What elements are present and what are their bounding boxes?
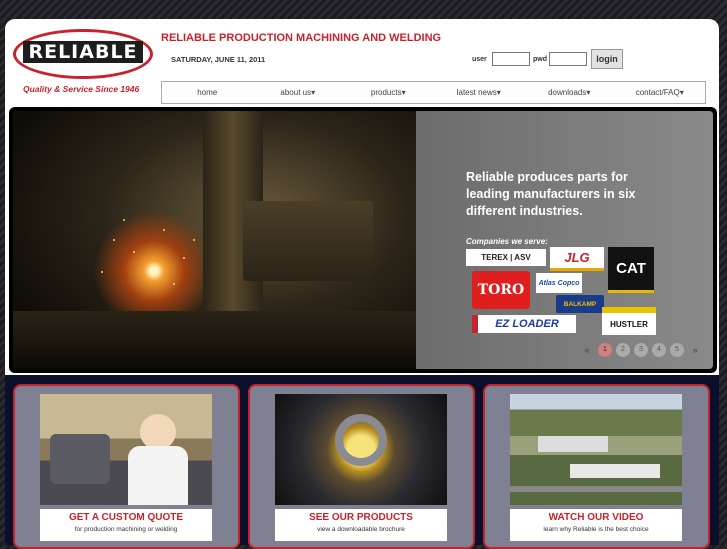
spark: [123, 219, 125, 221]
nav-home[interactable]: home: [162, 82, 253, 103]
quote-card[interactable]: GET A CUSTOM QUOTE for production machin…: [13, 384, 240, 549]
spark: [173, 283, 175, 285]
building-shape: [538, 436, 608, 452]
hero-inner: Reliable produces parts for leading manu…: [13, 111, 713, 369]
spark: [163, 229, 165, 231]
reliable-logo[interactable]: RELIABLE Quality & Service Since 1946: [13, 29, 157, 95]
person-head: [140, 414, 176, 450]
password-input[interactable]: [549, 52, 587, 66]
quote-title[interactable]: GET A CUSTOM QUOTE: [40, 512, 212, 523]
balkamp-logo: BALKAMP: [556, 295, 604, 313]
companies-label: Companies we serve:: [466, 237, 548, 246]
jlg-logo: JLG: [550, 247, 604, 271]
office-photo: [40, 394, 212, 505]
main-nav: home about us▾ products▾ latest news▾ do…: [161, 81, 706, 104]
login-button[interactable]: login: [591, 49, 623, 69]
pager-dot-5[interactable]: 5: [670, 343, 684, 357]
hero-text-panel: Reliable produces parts for leading manu…: [416, 111, 713, 369]
spark: [133, 251, 135, 253]
pager-prev-button[interactable]: «: [580, 343, 594, 357]
ez-loader-logo: EZ LOADER: [472, 315, 576, 333]
nav-contact-faq[interactable]: contact/FAQ▾: [615, 82, 706, 103]
quote-subtitle: for production machining or welding: [74, 526, 178, 533]
terex-asv-logo: TEREX | ASV: [466, 249, 546, 266]
workbench: [13, 311, 416, 369]
pager-dot-4[interactable]: 4: [652, 343, 666, 357]
logo-tagline: Quality & Service Since 1946: [23, 84, 140, 94]
hustler-logo: HUSTLER: [602, 307, 656, 335]
machine-fixture: [243, 201, 373, 281]
atlas-copco-logo: Atlas Copco: [536, 273, 582, 293]
page-container: RELIABLE Quality & Service Since 1946 RE…: [5, 19, 719, 549]
pager-dot-2[interactable]: 2: [616, 343, 630, 357]
person-body: [128, 446, 188, 505]
toro-logo: TORO: [472, 271, 530, 309]
spark: [193, 239, 195, 241]
hero-headline: Reliable produces parts for leading manu…: [466, 170, 636, 218]
nav-about-us[interactable]: about us▾: [253, 82, 344, 103]
user-label: user: [472, 56, 487, 63]
cat-logo: CAT: [608, 247, 654, 293]
nav-downloads[interactable]: downloads▾: [524, 82, 615, 103]
spark: [101, 271, 103, 273]
user-input[interactable]: [492, 52, 530, 66]
video-caption: WATCH OUR VIDEO learn why Reliable is th…: [510, 509, 682, 541]
video-title[interactable]: WATCH OUR VIDEO: [510, 512, 682, 523]
pager-next-button[interactable]: »: [688, 343, 702, 357]
products-title[interactable]: SEE OUR PRODUCTS: [275, 512, 447, 523]
machined-part-photo: [275, 394, 447, 505]
hero-slider: Reliable produces parts for leading manu…: [9, 107, 717, 373]
feature-cards-section: GET A CUSTOM QUOTE for production machin…: [5, 375, 719, 549]
site-title: RELIABLE PRODUCTION MACHINING AND WELDIN…: [161, 32, 442, 44]
products-subtitle: view a downloadable brochure: [317, 526, 405, 533]
quote-caption: GET A CUSTOM QUOTE for production machin…: [40, 509, 212, 541]
current-date: SATURDAY, JUNE 11, 2011: [171, 55, 266, 64]
slider-pager: « 1 2 3 4 5 »: [580, 343, 702, 357]
pwd-label: pwd: [533, 56, 547, 63]
monitor-shape: [50, 434, 110, 484]
products-card[interactable]: SEE OUR PRODUCTS view a downloadable bro…: [248, 384, 475, 549]
part-ring: [335, 414, 387, 466]
spark: [113, 239, 115, 241]
video-card[interactable]: WATCH OUR VIDEO learn why Reliable is th…: [483, 384, 710, 549]
pager-dot-1[interactable]: 1: [598, 343, 612, 357]
pager-dot-3[interactable]: 3: [634, 343, 648, 357]
logo-wordmark: RELIABLE: [23, 41, 143, 63]
video-subtitle: learn why Reliable is the best choice: [543, 526, 649, 533]
road-shape: [510, 486, 682, 492]
facility-aerial-photo: [510, 394, 682, 505]
spark: [183, 257, 185, 259]
nav-products[interactable]: products▾: [343, 82, 434, 103]
building-shape: [570, 464, 660, 478]
nav-latest-news[interactable]: latest news▾: [434, 82, 525, 103]
welding-photo: [13, 111, 416, 369]
products-caption: SEE OUR PRODUCTS view a downloadable bro…: [275, 509, 447, 541]
